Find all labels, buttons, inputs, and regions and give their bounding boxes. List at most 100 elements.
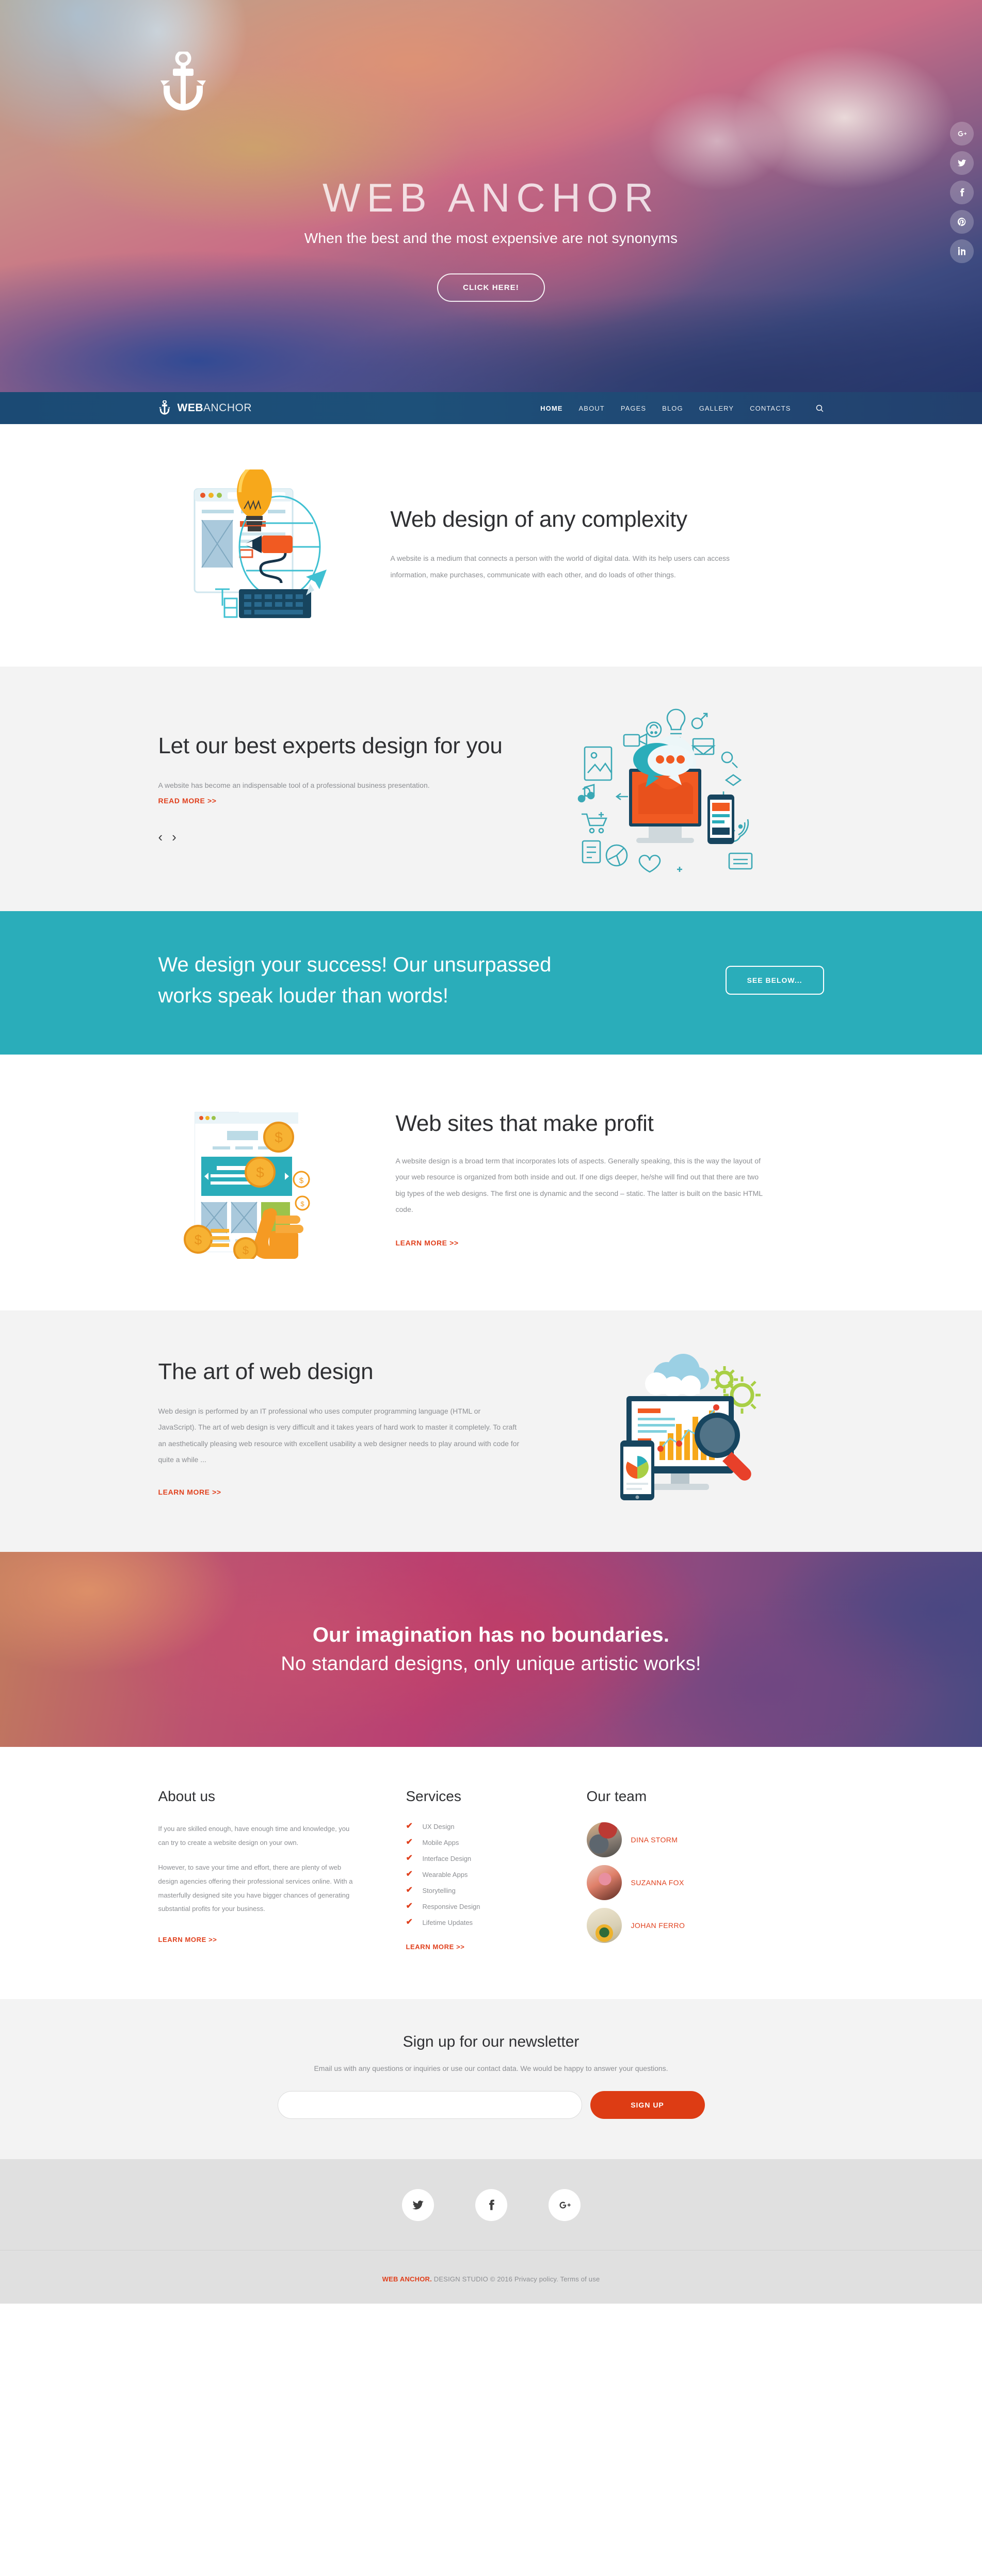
newsletter-subtitle: Email us with any questions or inquiries… <box>314 2064 668 2072</box>
hero-title-bold: WEB <box>322 175 433 220</box>
copyright-rest: DESIGN STUDIO © 2016 Privacy policy. Ter… <box>431 2275 600 2283</box>
copyright-brand: WEB ANCHOR. <box>382 2275 432 2283</box>
list-item[interactable]: ✔ Storytelling <box>406 1886 576 1894</box>
services-learn-more-link[interactable]: LEARN MORE >> <box>406 1943 465 1951</box>
team-title: Our team <box>586 1788 647 1804</box>
pinterest-icon[interactable] <box>950 210 974 234</box>
nav-item-gallery[interactable]: GALLERY <box>699 404 734 412</box>
art-heading: The art of web design <box>158 1359 374 1385</box>
experts-read-more-link[interactable]: READ MORE >> <box>158 793 217 808</box>
twitter-icon[interactable] <box>950 151 974 175</box>
service-label: Mobile Apps <box>422 1838 459 1846</box>
complexity-body: A website is a medium that connects a pe… <box>390 554 730 579</box>
service-label: Responsive Design <box>422 1902 480 1910</box>
profit-learn-more-link[interactable]: LEARN MORE >> <box>396 1239 459 1247</box>
section-experts: Let our best experts design for you A we… <box>0 667 982 911</box>
check-icon: ✔ <box>406 1918 413 1926</box>
nav-item-contacts[interactable]: CONTACTS <box>750 404 791 412</box>
list-item[interactable]: ✔ Responsive Design <box>406 1902 576 1910</box>
see-below-button[interactable]: SEE BELOW... <box>725 966 824 995</box>
brand-logo[interactable]: WEBANCHOR <box>158 400 252 416</box>
profit-body: A website design is a broad term that in… <box>395 1156 763 1214</box>
svg-text:$: $ <box>275 1129 283 1145</box>
slider-prev-arrow[interactable]: ‹ <box>158 830 163 844</box>
list-item[interactable]: ✔ UX Design <box>406 1822 576 1830</box>
svg-text:$: $ <box>299 1176 303 1185</box>
linkedin-icon[interactable] <box>950 239 974 263</box>
hero-subtitle: When the best and the most expensive are… <box>304 230 678 246</box>
list-item[interactable]: ✔ Mobile Apps <box>406 1838 576 1846</box>
nav-item-blog[interactable]: BLOG <box>662 404 683 412</box>
avatar <box>586 1908 622 1943</box>
brand-bold: WEB <box>177 402 203 414</box>
banner-teal: We design your success! Our unsurpassed … <box>0 911 982 1055</box>
team-member[interactable]: DINA STORM <box>586 1822 793 1857</box>
service-label: Interface Design <box>422 1854 472 1862</box>
team-member-name: JOHAN FERRO <box>631 1921 685 1930</box>
service-label: UX Design <box>422 1822 455 1830</box>
column-about: About us If you are skilled enough, have… <box>158 1788 406 1952</box>
google-plus-icon[interactable] <box>950 122 974 145</box>
team-member-name: DINA STORM <box>631 1836 678 1844</box>
check-icon: ✔ <box>406 1902 413 1910</box>
facebook-icon[interactable] <box>475 2189 507 2221</box>
facebook-icon[interactable] <box>950 181 974 204</box>
team-member-name: SUZANNA FOX <box>631 1878 684 1887</box>
illustration-analytics <box>540 1353 819 1502</box>
google-plus-icon[interactable] <box>548 2189 581 2221</box>
team-member[interactable]: JOHAN FERRO <box>586 1908 793 1943</box>
nav-links: HOME ABOUT PAGES BLOG GALLERY CONTACTS <box>540 404 824 413</box>
about-title: About us <box>158 1788 216 1804</box>
complexity-heading: Web design of any complexity <box>390 506 688 532</box>
hero-social-rail <box>950 122 974 263</box>
profit-heading: Web sites that make profit <box>395 1111 654 1137</box>
nav-item-pages[interactable]: PAGES <box>621 404 646 412</box>
column-team: Our team DINA STORM SUZANNA FOX JOHAN FE… <box>576 1788 793 1952</box>
section-art: The art of web design Web design is perf… <box>0 1310 982 1552</box>
list-item[interactable]: ✔ Lifetime Updates <box>406 1918 576 1926</box>
services-title: Services <box>406 1788 461 1804</box>
hero-cta-button[interactable]: CLICK HERE! <box>437 273 545 302</box>
main-navbar: WEBANCHOR HOME ABOUT PAGES BLOG GALLERY … <box>0 392 982 424</box>
check-icon: ✔ <box>406 1822 413 1830</box>
nav-item-about[interactable]: ABOUT <box>579 404 605 412</box>
newsletter-signup-button[interactable]: SIGN UP <box>590 2091 705 2119</box>
newsletter-email-input[interactable] <box>277 2091 582 2119</box>
section-complexity: Web design of any complexity A website i… <box>0 424 982 667</box>
nav-item-home[interactable]: HOME <box>540 404 562 412</box>
search-icon[interactable] <box>815 404 824 413</box>
check-icon: ✔ <box>406 1886 413 1894</box>
page-root: WEB ANCHOR When the best and the most ex… <box>0 0 982 2304</box>
list-item[interactable]: ✔ Wearable Apps <box>406 1870 576 1878</box>
anchor-icon-small <box>158 400 171 416</box>
check-icon: ✔ <box>406 1838 413 1846</box>
twitter-icon[interactable] <box>401 2189 434 2221</box>
list-item[interactable]: ✔ Interface Design <box>406 1854 576 1862</box>
section-profit: $ $ $ $ $ $ Web sites that make profit A… <box>0 1055 982 1310</box>
about-paragraph-2: However, to save your time and effort, t… <box>158 1864 353 1913</box>
illustration-coins-page: $ $ $ $ $ $ <box>158 1099 380 1259</box>
experts-heading: Let our best experts design for you <box>158 733 503 758</box>
slider-arrows: ‹ › <box>158 830 514 844</box>
hero-title: WEB ANCHOR <box>158 177 824 218</box>
art-learn-more-link[interactable]: LEARN MORE >> <box>158 1488 221 1496</box>
about-learn-more-link[interactable]: LEARN MORE >> <box>158 1936 217 1943</box>
hero-section: WEB ANCHOR When the best and the most ex… <box>0 0 982 392</box>
about-paragraph-1: If you are skilled enough, have enough t… <box>158 1825 350 1846</box>
column-services: Services ✔ UX Design ✔ Mobile Apps ✔ Interf… <box>406 1788 576 1952</box>
imagination-line1: Our imagination has no boundaries. <box>312 1624 670 1646</box>
newsletter-form: SIGN UP <box>158 2091 824 2119</box>
svg-text:$: $ <box>256 1164 264 1180</box>
slider-next-arrow[interactable]: › <box>172 830 176 844</box>
brand-text: WEBANCHOR <box>178 402 252 414</box>
svg-text:$: $ <box>300 1200 304 1208</box>
avatar <box>586 1865 622 1900</box>
hero-title-light: ANCHOR <box>432 175 660 220</box>
copyright-text: WEB ANCHOR. DESIGN STUDIO © 2016 Privacy… <box>0 2275 982 2283</box>
services-list: ✔ UX Design ✔ Mobile Apps ✔ Interface Desig… <box>406 1822 576 1926</box>
svg-text:$: $ <box>242 1244 248 1257</box>
brand-light: ANCHOR <box>203 402 252 414</box>
illustration-browser-bulb <box>158 469 380 619</box>
team-member[interactable]: SUZANNA FOX <box>586 1865 793 1900</box>
check-icon: ✔ <box>406 1870 413 1878</box>
